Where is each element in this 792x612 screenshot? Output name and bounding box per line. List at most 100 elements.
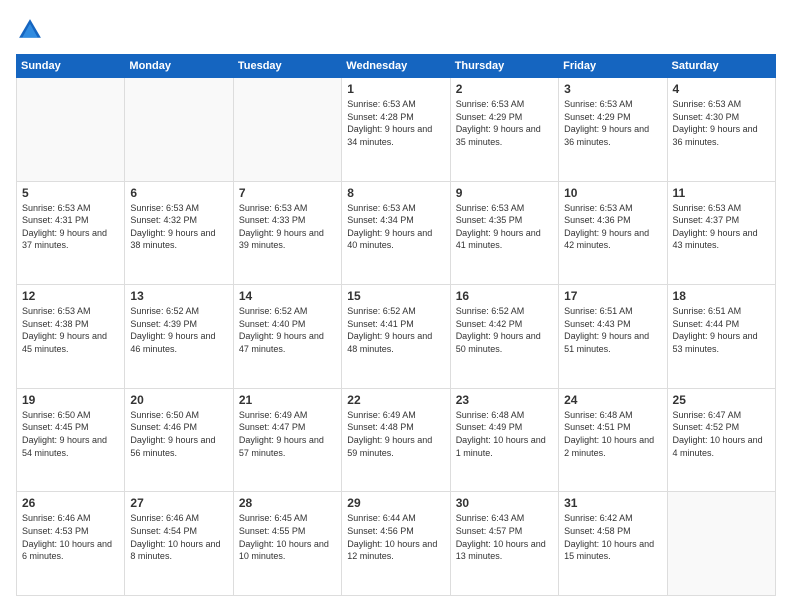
day-info: Sunrise: 6:53 AMSunset: 4:35 PMDaylight:… [456,202,553,252]
week-row-3: 12 Sunrise: 6:53 AMSunset: 4:38 PMDayligh… [17,285,776,389]
day-header-row: SundayMondayTuesdayWednesdayThursdayFrid… [17,55,776,78]
day-number: 11 [673,186,770,200]
day-cell: 30 Sunrise: 6:43 AMSunset: 4:57 PMDayligh… [450,492,558,596]
week-row-5: 26 Sunrise: 6:46 AMSunset: 4:53 PMDayligh… [17,492,776,596]
day-number: 1 [347,82,444,96]
day-number: 5 [22,186,119,200]
day-cell: 14 Sunrise: 6:52 AMSunset: 4:40 PMDayligh… [233,285,341,389]
day-cell: 11 Sunrise: 6:53 AMSunset: 4:37 PMDayligh… [667,181,775,285]
day-number: 23 [456,393,553,407]
day-cell: 9Sunrise: 6:53 AMSunset: 4:35 PMDaylight… [450,181,558,285]
day-info: Sunrise: 6:49 AMSunset: 4:48 PMDaylight:… [347,409,444,459]
column-header-wednesday: Wednesday [342,55,450,78]
day-number: 12 [22,289,119,303]
day-number: 13 [130,289,227,303]
day-info: Sunrise: 6:44 AMSunset: 4:56 PMDaylight:… [347,512,444,562]
day-cell [125,78,233,182]
day-cell: 28Sunrise: 6:45 AMSunset: 4:55 PMDayligh… [233,492,341,596]
day-number: 25 [673,393,770,407]
day-cell: 17 Sunrise: 6:51 AMSunset: 4:43 PMDayligh… [559,285,667,389]
day-number: 3 [564,82,661,96]
day-cell: 31 Sunrise: 6:42 AMSunset: 4:58 PMDayligh… [559,492,667,596]
day-info: Sunrise: 6:46 AMSunset: 4:53 PMDaylight:… [22,512,119,562]
day-info: Sunrise: 6:42 AMSunset: 4:58 PMDaylight:… [564,512,661,562]
day-cell [17,78,125,182]
day-number: 4 [673,82,770,96]
calendar-table: SundayMondayTuesdayWednesdayThursdayFrid… [16,54,776,596]
day-info: Sunrise: 6:52 AMSunset: 4:41 PMDaylight:… [347,305,444,355]
day-cell: 6Sunrise: 6:53 AMSunset: 4:32 PMDaylight… [125,181,233,285]
day-number: 7 [239,186,336,200]
day-number: 16 [456,289,553,303]
day-cell: 4 Sunrise: 6:53 AMSunset: 4:30 PMDaylight… [667,78,775,182]
day-info: Sunrise: 6:53 AMSunset: 4:33 PMDaylight:… [239,202,336,252]
day-number: 27 [130,496,227,510]
day-cell: 20Sunrise: 6:50 AMSunset: 4:46 PMDayligh… [125,388,233,492]
day-cell: 22 Sunrise: 6:49 AMSunset: 4:48 PMDayligh… [342,388,450,492]
page: SundayMondayTuesdayWednesdayThursdayFrid… [0,0,792,612]
day-cell: 27Sunrise: 6:46 AMSunset: 4:54 PMDayligh… [125,492,233,596]
day-info: Sunrise: 6:52 AMSunset: 4:39 PMDaylight:… [130,305,227,355]
week-row-4: 19 Sunrise: 6:50 AMSunset: 4:45 PMDayligh… [17,388,776,492]
day-info: Sunrise: 6:51 AMSunset: 4:44 PMDaylight:… [673,305,770,355]
day-info: Sunrise: 6:50 AMSunset: 4:45 PMDaylight:… [22,409,119,459]
column-header-monday: Monday [125,55,233,78]
day-cell: 10 Sunrise: 6:53 AMSunset: 4:36 PMDayligh… [559,181,667,285]
day-cell: 7 Sunrise: 6:53 AMSunset: 4:33 PMDaylight… [233,181,341,285]
day-cell [667,492,775,596]
week-row-2: 5Sunrise: 6:53 AMSunset: 4:31 PMDaylight… [17,181,776,285]
day-info: Sunrise: 6:49 AMSunset: 4:47 PMDaylight:… [239,409,336,459]
day-cell: 2Sunrise: 6:53 AMSunset: 4:29 PMDaylight… [450,78,558,182]
column-header-thursday: Thursday [450,55,558,78]
day-info: Sunrise: 6:52 AMSunset: 4:40 PMDaylight:… [239,305,336,355]
day-cell [233,78,341,182]
day-number: 14 [239,289,336,303]
day-info: Sunrise: 6:47 AMSunset: 4:52 PMDaylight:… [673,409,770,459]
day-info: Sunrise: 6:53 AMSunset: 4:28 PMDaylight:… [347,98,444,148]
day-info: Sunrise: 6:53 AMSunset: 4:32 PMDaylight:… [130,202,227,252]
day-number: 19 [22,393,119,407]
day-cell: 1 Sunrise: 6:53 AMSunset: 4:28 PMDaylight… [342,78,450,182]
day-number: 28 [239,496,336,510]
column-header-saturday: Saturday [667,55,775,78]
day-number: 29 [347,496,444,510]
day-info: Sunrise: 6:53 AMSunset: 4:36 PMDaylight:… [564,202,661,252]
day-number: 30 [456,496,553,510]
day-number: 10 [564,186,661,200]
day-number: 8 [347,186,444,200]
column-header-tuesday: Tuesday [233,55,341,78]
day-cell: 24Sunrise: 6:48 AMSunset: 4:51 PMDayligh… [559,388,667,492]
day-cell: 8 Sunrise: 6:53 AMSunset: 4:34 PMDaylight… [342,181,450,285]
day-info: Sunrise: 6:53 AMSunset: 4:38 PMDaylight:… [22,305,119,355]
day-info: Sunrise: 6:43 AMSunset: 4:57 PMDaylight:… [456,512,553,562]
day-number: 31 [564,496,661,510]
column-header-friday: Friday [559,55,667,78]
day-cell: 23 Sunrise: 6:48 AMSunset: 4:49 PMDayligh… [450,388,558,492]
day-number: 21 [239,393,336,407]
day-info: Sunrise: 6:53 AMSunset: 4:34 PMDaylight:… [347,202,444,252]
day-number: 22 [347,393,444,407]
logo [16,16,48,44]
day-info: Sunrise: 6:52 AMSunset: 4:42 PMDaylight:… [456,305,553,355]
day-cell: 26 Sunrise: 6:46 AMSunset: 4:53 PMDayligh… [17,492,125,596]
day-cell: 5Sunrise: 6:53 AMSunset: 4:31 PMDaylight… [17,181,125,285]
logo-icon [16,16,44,44]
day-cell: 21 Sunrise: 6:49 AMSunset: 4:47 PMDayligh… [233,388,341,492]
day-cell: 3Sunrise: 6:53 AMSunset: 4:29 PMDaylight… [559,78,667,182]
day-cell: 16 Sunrise: 6:52 AMSunset: 4:42 PMDayligh… [450,285,558,389]
week-row-1: 1 Sunrise: 6:53 AMSunset: 4:28 PMDaylight… [17,78,776,182]
day-number: 17 [564,289,661,303]
day-info: Sunrise: 6:53 AMSunset: 4:30 PMDaylight:… [673,98,770,148]
header [16,16,776,44]
day-number: 2 [456,82,553,96]
day-cell: 18 Sunrise: 6:51 AMSunset: 4:44 PMDayligh… [667,285,775,389]
day-info: Sunrise: 6:53 AMSunset: 4:37 PMDaylight:… [673,202,770,252]
day-info: Sunrise: 6:48 AMSunset: 4:49 PMDaylight:… [456,409,553,459]
column-header-sunday: Sunday [17,55,125,78]
day-cell: 12 Sunrise: 6:53 AMSunset: 4:38 PMDayligh… [17,285,125,389]
day-cell: 13 Sunrise: 6:52 AMSunset: 4:39 PMDayligh… [125,285,233,389]
day-cell: 29 Sunrise: 6:44 AMSunset: 4:56 PMDayligh… [342,492,450,596]
day-number: 18 [673,289,770,303]
day-number: 26 [22,496,119,510]
day-info: Sunrise: 6:51 AMSunset: 4:43 PMDaylight:… [564,305,661,355]
